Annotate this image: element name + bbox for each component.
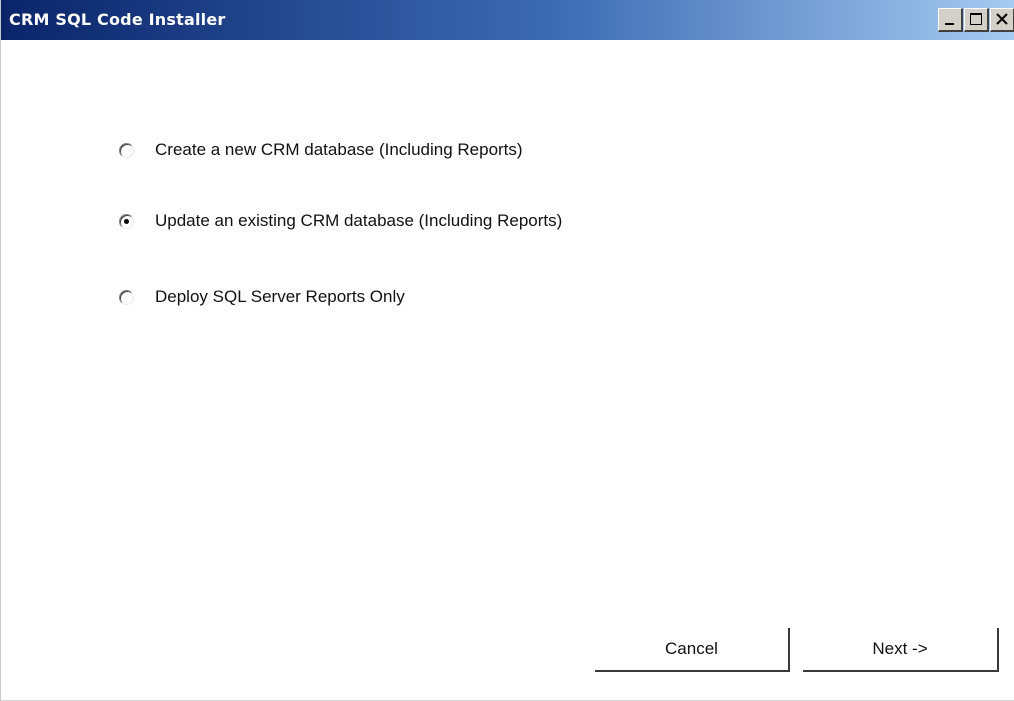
minimize-button[interactable]: [938, 8, 963, 32]
maximize-button[interactable]: [964, 8, 989, 32]
window-controls: [937, 8, 1014, 32]
radio-create-database[interactable]: [119, 142, 134, 158]
radio-update-database[interactable]: [119, 213, 134, 229]
maximize-icon: [970, 13, 982, 25]
option-update-database[interactable]: Update an existing CRM database (Includi…: [119, 211, 562, 231]
cancel-button[interactable]: Cancel: [595, 628, 790, 672]
option-update-database-label: Update an existing CRM database (Includi…: [155, 211, 563, 230]
option-deploy-reports-label: Deploy SQL Server Reports Only: [155, 287, 405, 306]
close-icon: [996, 13, 1008, 25]
close-button[interactable]: [990, 8, 1014, 32]
window-title: CRM SQL Code Installer: [9, 10, 226, 29]
installer-window: CRM SQL Code Installer Create a new CRM …: [0, 0, 1014, 701]
radio-selected-dot: [124, 218, 129, 224]
option-create-database[interactable]: Create a new CRM database (Including Rep…: [119, 140, 523, 160]
option-create-database-label: Create a new CRM database (Including Rep…: [155, 140, 523, 159]
minimize-icon: [945, 23, 954, 25]
title-bar[interactable]: CRM SQL Code Installer: [1, 0, 1014, 40]
option-deploy-reports[interactable]: Deploy SQL Server Reports Only: [119, 287, 405, 307]
next-button[interactable]: Next ->: [803, 628, 999, 672]
radio-deploy-reports[interactable]: [119, 289, 134, 305]
